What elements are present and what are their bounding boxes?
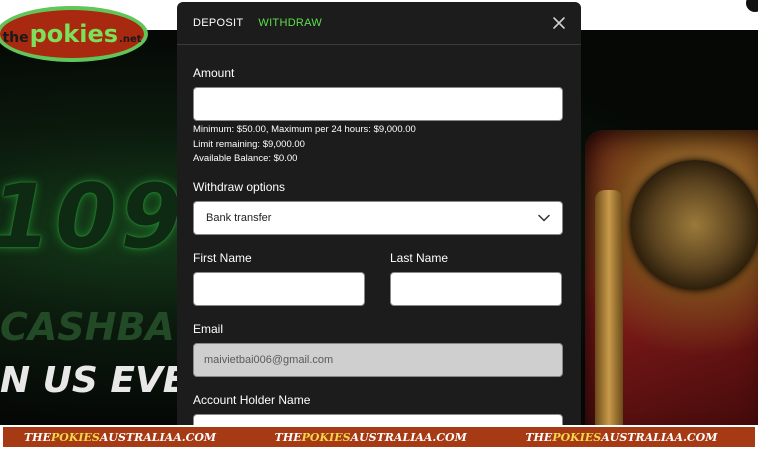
ticker-highlight: POKIES bbox=[301, 430, 351, 444]
hero-big-text: 109 bbox=[0, 165, 186, 268]
site-logo[interactable]: the pokies .net bbox=[0, 6, 148, 62]
logo-main-text: pokies bbox=[29, 20, 119, 48]
amount-hints: Minimum: $50.00, Maximum per 24 hours: $… bbox=[193, 123, 565, 167]
amount-limit-hint: Minimum: $50.00, Maximum per 24 hours: $… bbox=[193, 124, 416, 135]
ticker-strip: THEPOKIESAUSTRALIAA.COM THEPOKIESAUSTRAL… bbox=[3, 427, 755, 447]
limit-remaining-hint: Limit remaining: $9,000.00 bbox=[193, 138, 305, 150]
ticker-link[interactable]: THEPOKIESAUSTRALIAA.COM bbox=[254, 431, 505, 444]
name-row: First Name Last Name bbox=[193, 251, 565, 306]
tab-withdraw[interactable]: WITHDRAW bbox=[258, 17, 322, 29]
ticker-highlight: POKIES bbox=[552, 430, 602, 444]
available-balance-hint: Available Balance: $0.00 bbox=[193, 153, 298, 164]
withdraw-options-select[interactable]: Bank transfer bbox=[193, 200, 563, 235]
amount-label: Amount bbox=[193, 66, 235, 80]
hero-cashback-text: CASHBA bbox=[0, 305, 175, 349]
last-name-label: Last Name bbox=[390, 250, 449, 265]
email-label: Email bbox=[193, 321, 224, 336]
ticker-pre: THE bbox=[274, 430, 302, 444]
ticker-link[interactable]: THEPOKIESAUSTRALIAA.COM bbox=[504, 431, 755, 444]
withdraw-form: Amount Minimum: $50.00, Maximum per 24 h… bbox=[177, 45, 581, 432]
withdraw-options-label: Withdraw options bbox=[193, 179, 286, 194]
scroll-art bbox=[595, 190, 623, 425]
ticker-link[interactable]: THEPOKIESAUSTRALIAA.COM bbox=[3, 431, 254, 444]
amount-input[interactable] bbox=[193, 87, 563, 121]
tab-deposit[interactable]: DEPOSIT bbox=[193, 17, 243, 29]
ticker-post: AUSTRALIAA.COM bbox=[99, 430, 217, 444]
withdraw-modal: DEPOSIT WITHDRAW Amount Minimum: $50.00,… bbox=[177, 2, 581, 432]
footer-ticker: THEPOKIESAUSTRALIAA.COM THEPOKIESAUSTRAL… bbox=[0, 425, 758, 450]
email-group: Email bbox=[193, 322, 565, 377]
ticker-highlight: POKIES bbox=[50, 430, 100, 444]
email-field bbox=[193, 342, 563, 377]
ticker-pre: THE bbox=[525, 430, 553, 444]
hero-artwork bbox=[585, 130, 758, 425]
logo-net-text: .net bbox=[119, 34, 142, 45]
last-name-group: Last Name bbox=[390, 251, 562, 306]
withdraw-options-value: Bank transfer bbox=[206, 211, 272, 224]
ticker-pre: THE bbox=[24, 430, 51, 444]
chevron-down-icon bbox=[538, 214, 550, 222]
logo-the-text: the bbox=[2, 30, 29, 46]
last-name-input[interactable] bbox=[390, 271, 562, 306]
first-name-group: First Name bbox=[193, 251, 365, 306]
first-name-input[interactable] bbox=[193, 271, 365, 306]
modal-header: DEPOSIT WITHDRAW bbox=[177, 2, 581, 45]
ticker-post: AUSTRALIAA.COM bbox=[350, 430, 467, 444]
close-icon[interactable] bbox=[551, 15, 567, 31]
account-holder-label: Account Holder Name bbox=[193, 392, 311, 407]
first-name-label: First Name bbox=[193, 250, 252, 265]
ticker-post: AUSTRALIAA.COM bbox=[601, 430, 718, 444]
medallion-art bbox=[630, 160, 758, 290]
